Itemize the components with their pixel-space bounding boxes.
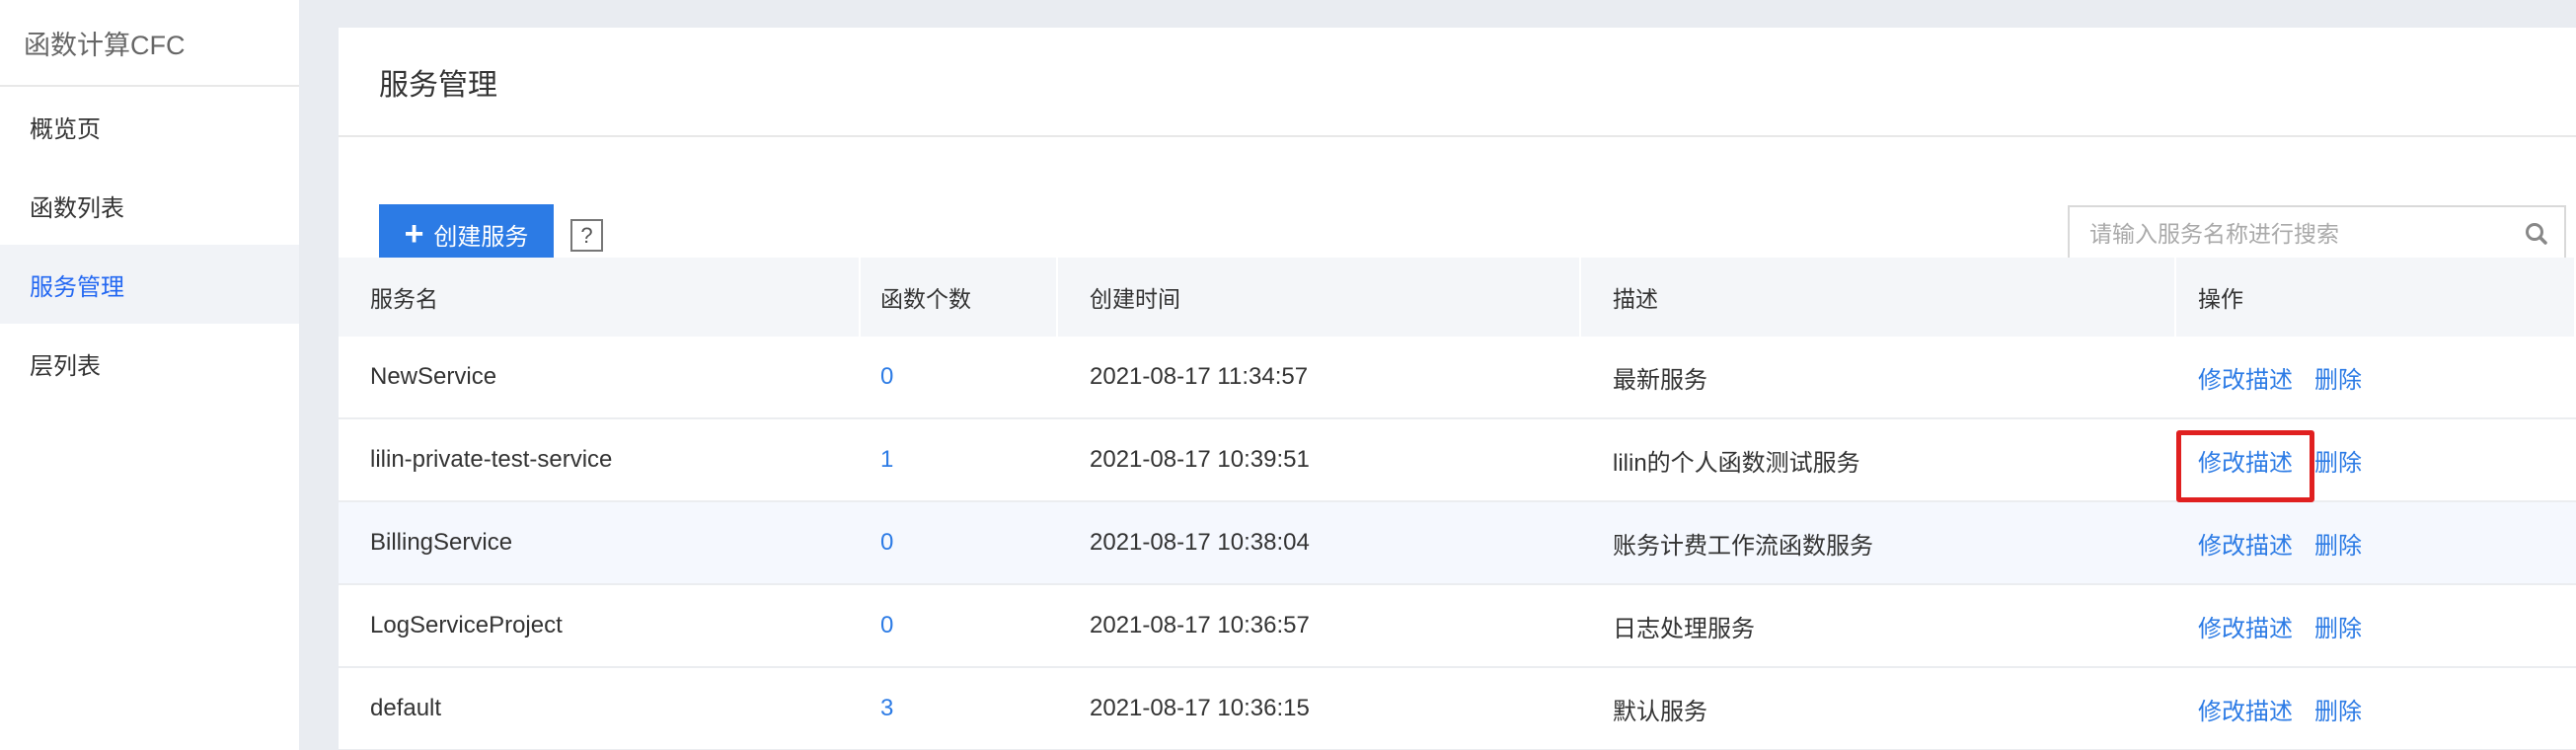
sidebar-title: 函数计算CFC [0,0,299,87]
edit-description-link[interactable]: 修改描述 [2198,601,2293,651]
search-icon[interactable] [2509,207,2564,261]
description: lilin的个人函数测试服务 [1613,449,1860,477]
edit-description-link[interactable]: 修改描述 [2198,684,2293,734]
column-header-name: 服务名 [339,258,861,337]
help-icon[interactable]: ? [570,219,603,252]
page-title: 服务管理 [339,28,2576,137]
column-header-desc: 描述 [1581,258,2176,337]
column-header-created: 创建时间 [1058,258,1581,337]
service-name: default [370,695,442,721]
search-input[interactable] [2070,207,2509,261]
description: 日志处理服务 [1613,615,1755,642]
sidebar-item-layer-list[interactable]: 层列表 [0,324,299,403]
column-header-count: 函数个数 [861,258,1058,337]
delete-link[interactable]: 删除 [2314,360,2362,395]
description: 最新服务 [1613,366,1707,394]
column-header-actions: 操作 [2176,258,2576,337]
table-header: 服务名 函数个数 创建时间 描述 操作 [339,258,2576,337]
edit-description-link-highlighted[interactable]: 修改描述 [2176,429,2314,502]
sidebar-item-overview[interactable]: 概览页 [0,87,299,166]
sidebar: 函数计算CFC 概览页 函数列表 服务管理 层列表 [0,0,299,750]
sidebar-item-function-list[interactable]: 函数列表 [0,166,299,245]
function-count-link[interactable]: 0 [880,363,893,391]
delete-link[interactable]: 删除 [2314,692,2362,726]
description: 账务计费工作流函数服务 [1613,532,1873,560]
table-row: BillingService 0 2021-08-17 10:38:04 账务计… [339,502,2576,585]
table-row: lilin-private-test-service 1 2021-08-17 … [339,419,2576,502]
created-time: 2021-08-17 10:36:57 [1090,612,1310,638]
function-count-link[interactable]: 1 [880,446,893,474]
table-row: NewService 0 2021-08-17 11:34:57 最新服务 修改… [339,337,2576,419]
service-name: lilin-private-test-service [370,446,613,473]
edit-description-link[interactable]: 修改描述 [2198,352,2293,403]
edit-description-link[interactable]: 修改描述 [2198,518,2293,568]
created-time: 2021-08-17 11:34:57 [1090,363,1309,390]
created-time: 2021-08-17 10:39:51 [1090,446,1310,473]
search-box [2068,205,2566,262]
function-count-link[interactable]: 0 [880,529,893,557]
main-panel: 服务管理 + 创建服务 ? 服务名 函数个数 创建时间 描述 操作 NewSer [339,28,2576,750]
created-time: 2021-08-17 10:38:04 [1090,529,1310,556]
service-name: NewService [370,363,497,390]
create-service-button[interactable]: + 创建服务 [379,204,554,263]
service-name: BillingService [370,529,513,556]
create-service-label: 创建服务 [433,223,529,251]
services-table: 服务名 函数个数 创建时间 描述 操作 NewService 0 2021-08… [339,258,2576,750]
created-time: 2021-08-17 10:36:15 [1090,695,1310,721]
plus-icon: + [404,215,424,253]
table-row: default 3 2021-08-17 10:36:15 默认服务 修改描述 … [339,668,2576,750]
function-count-link[interactable]: 3 [880,695,893,722]
delete-link[interactable]: 删除 [2314,443,2362,478]
description: 默认服务 [1613,698,1707,725]
table-row: LogServiceProject 0 2021-08-17 10:36:57 … [339,585,2576,668]
delete-link[interactable]: 删除 [2314,609,2362,643]
sidebar-item-service-management[interactable]: 服务管理 [0,245,299,324]
service-name: LogServiceProject [370,612,563,638]
delete-link[interactable]: 删除 [2314,526,2362,561]
function-count-link[interactable]: 0 [880,612,893,639]
edit-description-label: 修改描述 [2198,449,2293,477]
